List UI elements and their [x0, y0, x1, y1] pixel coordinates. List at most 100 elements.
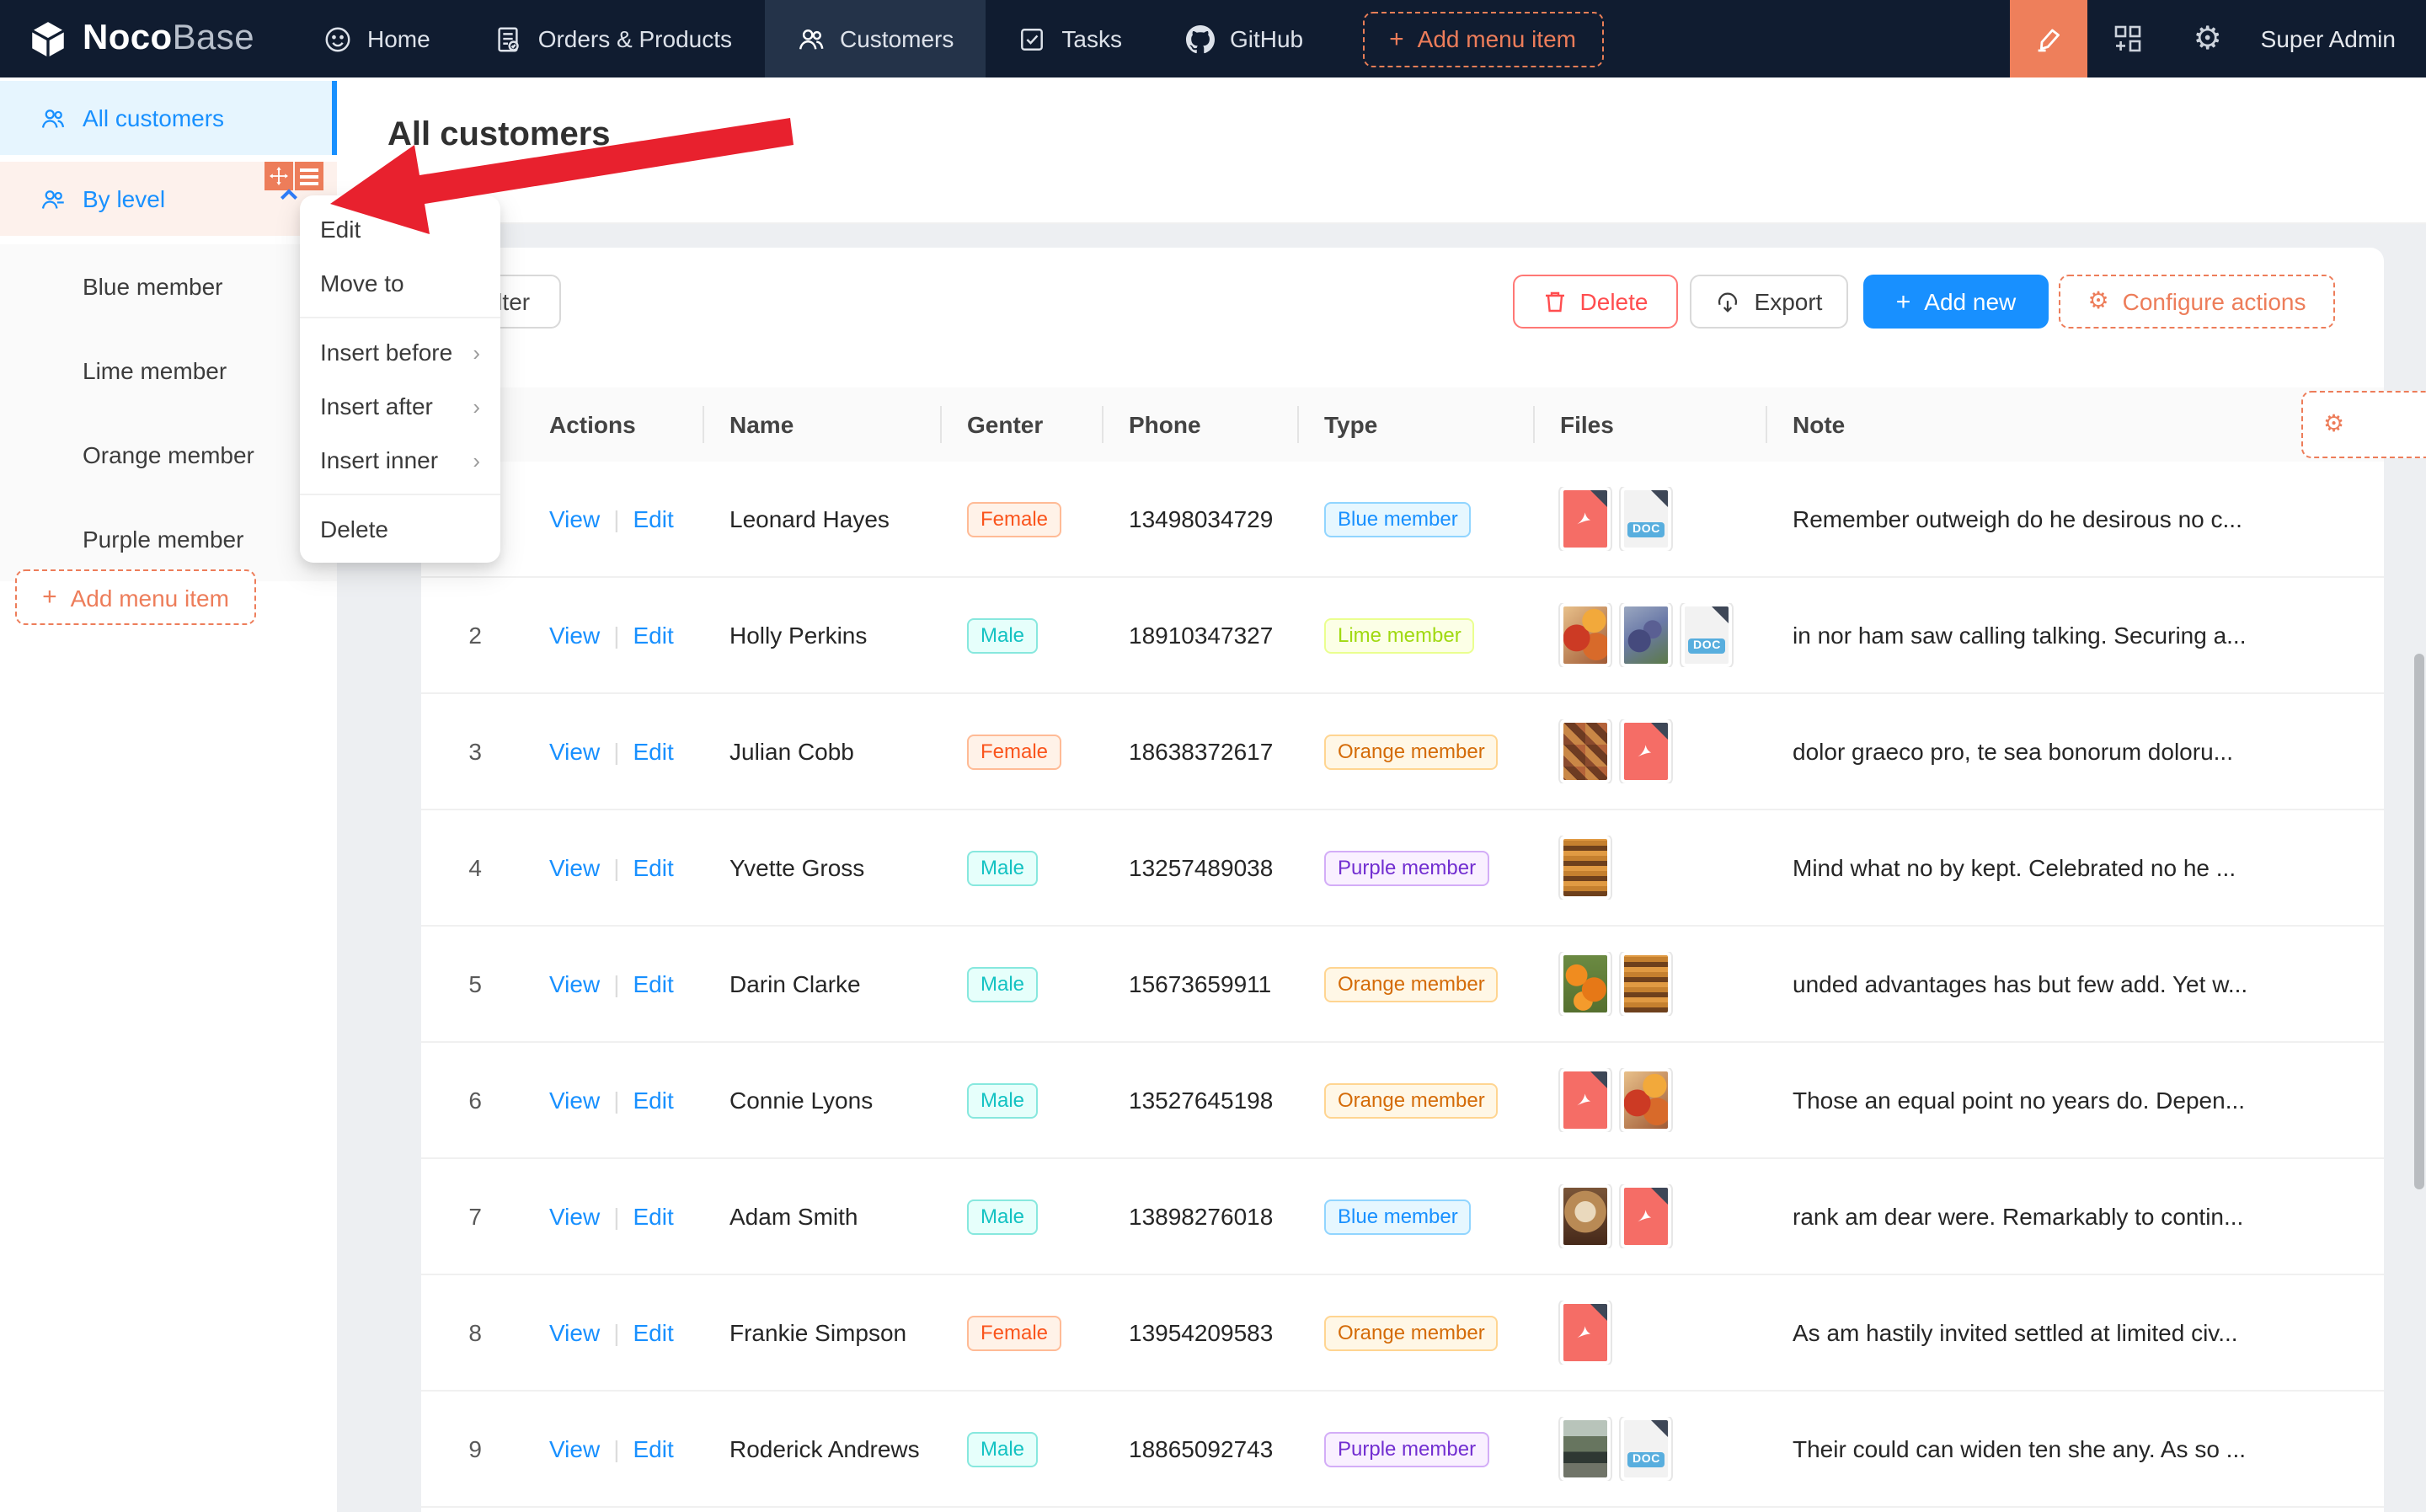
image-file-thumbnail[interactable]: [1560, 603, 1611, 667]
pdf-file-thumbnail[interactable]: [1621, 719, 1671, 783]
sidebar-item-purple-member[interactable]: Purple member: [0, 497, 337, 581]
edit-link[interactable]: Edit: [633, 1319, 673, 1346]
table-row: 8View|EditFrankie SimpsonFemale139542095…: [421, 1275, 2384, 1392]
gender-tag: Female: [967, 734, 1061, 769]
edit-link[interactable]: Edit: [633, 622, 673, 649]
link-divider: |: [613, 970, 619, 997]
gender-cell: Male: [940, 617, 1102, 653]
edit-link[interactable]: Edit: [633, 970, 673, 997]
table-header: Actions Name Genter Phone Type Files Not…: [421, 387, 2384, 462]
files-cell: [1533, 1068, 1766, 1132]
doc-file-thumbnail[interactable]: DOC: [1681, 603, 1732, 667]
menu-item-edit[interactable]: Edit: [300, 202, 500, 256]
add-new-button[interactable]: + Add new: [1863, 275, 2049, 329]
table-row: 9View|EditRoderick AndrewsMale1886509274…: [421, 1392, 2384, 1508]
nav-item-customers[interactable]: Customers: [764, 0, 986, 77]
tasks-icon: [1018, 24, 1046, 53]
pdf-file-thumbnail[interactable]: [1621, 1184, 1671, 1248]
sidebar-item-orange-member[interactable]: Orange member: [0, 413, 337, 497]
pdf-file-thumbnail[interactable]: [1560, 487, 1611, 551]
note-text: dolor graeco pro, te sea bonorum doloru.…: [1766, 738, 2384, 765]
sidebar-item-all-customers[interactable]: All customers: [0, 81, 337, 155]
nav-item-github[interactable]: GitHub: [1154, 0, 1335, 77]
member-type-tag: Purple member: [1324, 1431, 1489, 1467]
edit-link[interactable]: Edit: [633, 1087, 673, 1114]
plugin-blocks-button[interactable]: [2087, 0, 2168, 77]
doc-file-thumbnail[interactable]: DOC: [1621, 1417, 1671, 1481]
image-file-thumbnail[interactable]: [1621, 603, 1671, 667]
image-file-thumbnail[interactable]: [1560, 836, 1611, 900]
edit-link[interactable]: Edit: [633, 738, 673, 765]
customer-name: Frankie Simpson: [703, 1319, 940, 1346]
settings-button[interactable]: ⚙: [2168, 0, 2247, 77]
gender-tag: Male: [967, 1199, 1038, 1234]
menu-item-move-to[interactable]: Move to: [300, 256, 500, 310]
pdf-glyph: [1632, 1203, 1659, 1226]
nocobase-logo[interactable]: NocoBase: [0, 0, 291, 77]
ui-editor-button[interactable]: [2010, 0, 2087, 77]
configure-actions-button[interactable]: ⚙ Configure actions: [2059, 275, 2335, 329]
sidebar-item-blue-member[interactable]: Blue member: [0, 244, 337, 329]
pdf-glyph: [1572, 1087, 1599, 1110]
row-actions: View|Edit: [522, 1435, 703, 1462]
image-file-thumbnail[interactable]: [1560, 719, 1611, 783]
export-button[interactable]: Export: [1690, 275, 1848, 329]
type-cell: Orange member: [1297, 1082, 1533, 1118]
view-link[interactable]: View: [549, 622, 600, 649]
nav-item-home[interactable]: Home: [291, 0, 462, 77]
nav-item-orders-products[interactable]: Orders & Products: [462, 0, 764, 77]
menu-item-insert-after[interactable]: Insert after›: [300, 379, 500, 433]
image-file-thumbnail[interactable]: [1621, 1068, 1671, 1132]
user-menu[interactable]: Super Admin: [2247, 25, 2426, 52]
menu-item-delete[interactable]: Delete: [300, 502, 500, 556]
vertical-scrollbar-thumb[interactable]: [2414, 654, 2424, 1189]
phone-number: 18910347327: [1102, 622, 1297, 649]
delete-button[interactable]: Delete: [1513, 275, 1678, 329]
menu-item-insert-before[interactable]: Insert before›: [300, 325, 500, 379]
edit-link[interactable]: Edit: [633, 505, 673, 532]
note-text: As am hastily invited settled at limited…: [1766, 1319, 2384, 1346]
note-text: unded advantages has but few add. Yet w.…: [1766, 970, 2384, 997]
by-level-designer-buttons: [263, 162, 323, 190]
nocobase-app: NocoBase Home Orders & Products Customer…: [0, 0, 2426, 1512]
chevron-right-icon: ›: [473, 393, 480, 419]
sidebar-add-menu-item-button[interactable]: + Add menu item: [15, 569, 256, 625]
view-link[interactable]: View: [549, 738, 600, 765]
menu-item-insert-inner[interactable]: Insert inner›: [300, 433, 500, 487]
image-file-thumbnail[interactable]: [1560, 952, 1611, 1016]
member-type-tag: Orange member: [1324, 1315, 1499, 1350]
menu-designer-button[interactable]: [295, 162, 323, 190]
files-cell: DOC: [1533, 1417, 1766, 1481]
view-link[interactable]: View: [549, 854, 600, 881]
type-cell: Lime member: [1297, 617, 1533, 653]
drag-handle-button[interactable]: [265, 162, 293, 190]
row-actions: View|Edit: [522, 738, 703, 765]
view-link[interactable]: View: [549, 1087, 600, 1114]
edit-link[interactable]: Edit: [633, 1203, 673, 1230]
pdf-glyph: [1572, 505, 1599, 529]
pdf-file-thumbnail[interactable]: [1560, 1301, 1611, 1365]
configure-columns-button[interactable]: ⚙: [2301, 391, 2426, 458]
sidebar-item-lime-member[interactable]: Lime member: [0, 329, 337, 413]
gender-tag: Male: [967, 617, 1038, 653]
phone-number: 13527645198: [1102, 1087, 1297, 1114]
row-number: 5: [421, 970, 522, 997]
nav-item-tasks[interactable]: Tasks: [986, 0, 1154, 77]
image-file-thumbnail[interactable]: [1560, 1417, 1611, 1481]
view-link[interactable]: View: [549, 1319, 600, 1346]
edit-link[interactable]: Edit: [633, 1435, 673, 1462]
member-type-tag: Orange member: [1324, 966, 1499, 1002]
image-file-thumbnail[interactable]: [1560, 1184, 1611, 1248]
main-menu: Home Orders & Products Customers Tasks: [291, 0, 1335, 77]
edit-link[interactable]: Edit: [633, 854, 673, 881]
view-link[interactable]: View: [549, 1203, 600, 1230]
pdf-file-thumbnail[interactable]: [1560, 1068, 1611, 1132]
note-text: rank am dear were. Remarkably to contin.…: [1766, 1203, 2384, 1230]
view-link[interactable]: View: [549, 505, 600, 532]
navbar-add-menu-item-button[interactable]: + Add menu item: [1362, 11, 1603, 67]
doc-file-thumbnail[interactable]: DOC: [1621, 487, 1671, 551]
plus-icon: +: [1389, 26, 1404, 51]
view-link[interactable]: View: [549, 1435, 600, 1462]
image-file-thumbnail[interactable]: [1621, 952, 1671, 1016]
view-link[interactable]: View: [549, 970, 600, 997]
